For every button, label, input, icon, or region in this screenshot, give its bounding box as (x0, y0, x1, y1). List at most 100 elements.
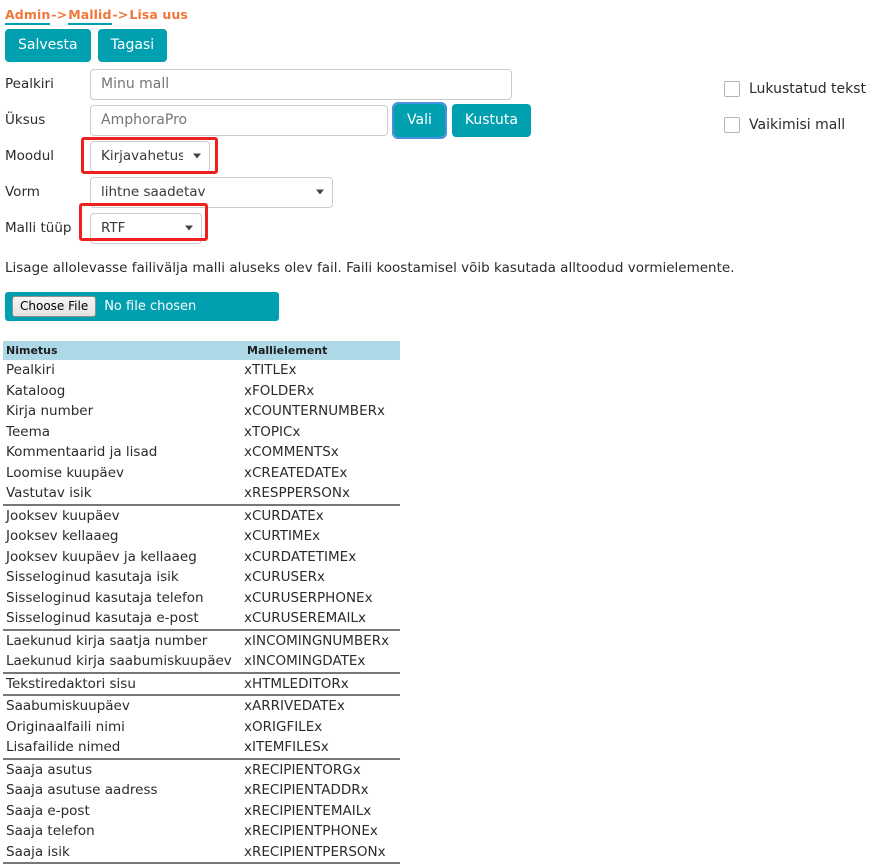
cell-name: Laekunud kirja saabumiskuupäev (3, 651, 244, 674)
table-row: Sisseloginud kasutaja isik xCURUSERx (3, 567, 400, 588)
no-file-chosen-label: No file chosen (104, 299, 197, 314)
breadcrumb-link-mallid[interactable]: Mallid (68, 7, 112, 25)
form-row-unit: Üksus Vali Kustuta (5, 101, 531, 139)
module-label: Moodul (5, 148, 55, 164)
cell-element: xRECIPIENTORGx (244, 761, 361, 778)
table-row: Jooksev kuupäev ja kellaaeg xCURDATETIMEx (3, 547, 400, 568)
table-row: Saabumiskuupäev xARRIVEDATEx (3, 695, 400, 717)
table-row: Saaja asutus xRECIPIENTORGx (3, 759, 400, 781)
cell-element: xRECIPIENTPHONEx (244, 823, 378, 839)
unit-select-button[interactable]: Vali (392, 101, 447, 139)
cell-name: Saaja asutuse aadress (6, 782, 158, 798)
cell-element: xCOMMENTSx (244, 444, 339, 460)
unit-delete-button[interactable]: Kustuta (451, 103, 531, 137)
table-head: Nimetus Mallielement (3, 341, 400, 360)
table-row: Originaalfaili nimi xORIGFILEx (3, 717, 400, 738)
cell-name: Saaja telefon (6, 823, 95, 839)
cell-name: Kommentaarid ja lisad (6, 444, 158, 460)
cell-element: xCURUSEREMAILx (244, 608, 400, 631)
cell-name: Loomise kuupäev (6, 464, 124, 481)
cell-element: xCURUSERx (244, 569, 326, 585)
table-row: Saaja e-post xRECIPIENTEMAILx (3, 801, 400, 822)
cell-element: xFOLDERx (244, 382, 315, 399)
choose-file-button[interactable]: Choose File (12, 295, 97, 318)
cell-element: xHTMLEDITORx (244, 672, 400, 696)
table-header-row: Nimetus Mallielement (3, 341, 400, 360)
options-panel: Lukustatud tekst Vaikimisi mall (724, 71, 866, 143)
table-row: Tekstiredaktori sisu xHTMLEDITORx (3, 672, 400, 696)
cell-element: xITEMFILESx (244, 737, 400, 760)
cell-element: xINCOMINGDATEx (244, 651, 400, 674)
cell-name: Saaja isik (3, 841, 244, 864)
title-label: Pealkiri (5, 76, 54, 92)
form-label: Vorm (5, 184, 40, 200)
form-row-module: Moodul Kirjavahetus (5, 138, 531, 174)
cell-name: Vastutav isik (3, 483, 244, 506)
form-row-template-type: Malli tüüp RTF (5, 210, 531, 246)
unit-input[interactable] (90, 104, 388, 136)
table-row: Jooksev kuupäev xCURDATEx (3, 505, 400, 527)
table-row: Lisafailide nimed xITEMFILESx (3, 737, 400, 760)
table-row: Saaja asutuse aadress xRECIPIENTADDRx (3, 780, 400, 801)
template-elements-table: Nimetus Mallielement Pealkiri xTITLEx Kata… (3, 341, 400, 864)
save-button[interactable]: Salvesta (5, 29, 91, 62)
breadcrumb-separator-1: -> (51, 7, 68, 22)
breadcrumb-separator-2: -> (112, 7, 129, 22)
locked-text-checkbox[interactable] (724, 81, 740, 97)
breadcrumb: Admin->Mallid->Lisa uus (5, 7, 188, 25)
form-select-wrap: lihtne saadetav (90, 176, 333, 208)
toolbar: Salvesta Tagasi (5, 29, 168, 62)
cell-name: Kataloog (6, 382, 66, 399)
table-row: Loomise kuupäev xCREATEDATEx (3, 463, 400, 484)
cell-name: Saaja e-post (6, 802, 90, 819)
module-select[interactable]: Kirjavahetus (90, 140, 210, 172)
cell-name: Jooksev kellaaeg (6, 528, 119, 544)
cell-element: xCURTIMEx (244, 528, 321, 544)
table-row: Kommentaarid ja lisad xCOMMENTSx (3, 442, 400, 463)
table-row: Pealkiri xTITLEx (3, 360, 400, 381)
template-type-select-wrap: RTF (90, 212, 202, 244)
cell-element: xRECIPIENTADDRx (244, 782, 369, 798)
default-template-label[interactable]: Vaikimisi mall (749, 117, 845, 133)
unit-label: Üksus (5, 112, 46, 128)
table-row: Saaja telefon xRECIPIENTPHONEx (3, 821, 400, 842)
table-body: Pealkiri xTITLEx Kataloog xFOLDERx Kirja num… (3, 360, 400, 864)
table-row: Kirja number xCOUNTERNUMBERx (3, 401, 400, 422)
cell-name: Saaja asutus (6, 761, 93, 778)
table-row: Laekunud kirja saatja number xINCOMINGNUM… (3, 630, 400, 652)
breadcrumb-link-admin[interactable]: Admin (5, 7, 51, 25)
template-type-select[interactable]: RTF (90, 212, 202, 244)
default-template-checkbox[interactable] (724, 117, 740, 133)
table-row: Vastutav isik xRESPPERSONx (3, 483, 400, 506)
table-row: Sisseloginud kasutaja e-post xCURUSEREMAI… (3, 608, 400, 631)
cell-element: xTITLEx (244, 362, 297, 378)
title-input[interactable] (90, 68, 512, 100)
cell-name: Sisseloginud kasutaja telefon (6, 589, 204, 606)
cell-element: xCURDATEx (244, 507, 324, 524)
column-header-element: Mallielement (244, 341, 400, 360)
form-select[interactable]: lihtne saadetav (90, 176, 333, 208)
cell-name: Originaalfaili nimi (6, 718, 125, 735)
breadcrumb-current: Lisa uus (129, 7, 188, 22)
cell-element: xRECIPIENTEMAILx (244, 802, 372, 819)
option-default-template: Vaikimisi mall (724, 107, 866, 143)
form-row-form: Vorm lihtne saadetav (5, 174, 531, 210)
cell-name: Pealkiri (6, 362, 55, 378)
cell-element: xTOPICx (244, 423, 301, 440)
table-row: Laekunud kirja saabumiskuupäev xINCOMINGD… (3, 651, 400, 674)
cell-name: Kirja number (6, 403, 94, 419)
cell-name: Jooksev kuupäev (6, 507, 120, 524)
cell-element: xARRIVEDATEx (244, 698, 345, 714)
cell-element: xORIGFILEx (244, 718, 323, 735)
cell-element: xCREATEDATEx (244, 464, 348, 481)
cell-element: xCURDATETIMEx (244, 548, 357, 565)
back-button[interactable]: Tagasi (97, 29, 168, 62)
template-form: Pealkiri Üksus Vali Kustuta Moodul Kirja… (5, 66, 531, 246)
cell-element: xINCOMINGNUMBERx (244, 632, 390, 649)
file-upload-field[interactable]: Choose File No file chosen (5, 292, 279, 321)
cell-name: Teema (6, 423, 50, 440)
option-locked-text: Lukustatud tekst (724, 71, 866, 107)
cell-name: Jooksev kuupäev ja kellaaeg (6, 548, 197, 565)
locked-text-label[interactable]: Lukustatud tekst (749, 81, 866, 97)
table-row: Kataloog xFOLDERx (3, 381, 400, 402)
